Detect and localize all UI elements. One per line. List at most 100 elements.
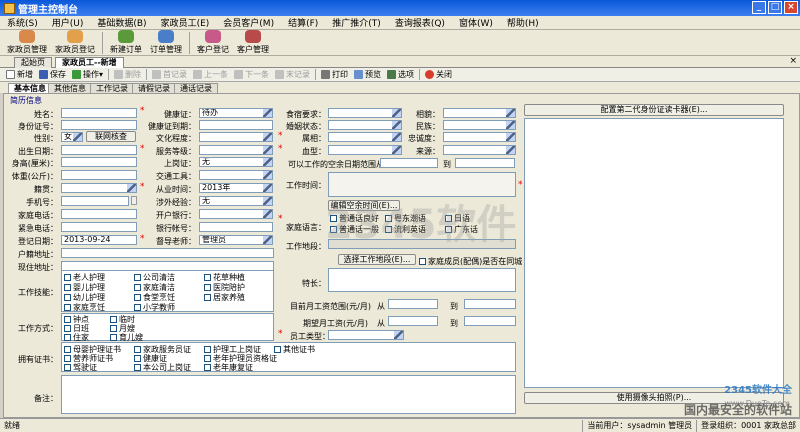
weight-input[interactable] <box>61 170 137 180</box>
remark-textarea[interactable] <box>61 375 516 414</box>
expected-from-input[interactable] <box>388 316 438 326</box>
staff-type-select[interactable] <box>328 330 404 340</box>
phone-input[interactable] <box>61 196 129 206</box>
tab-basic-info[interactable]: 基本信息 <box>8 83 52 93</box>
print-button[interactable]: 打印 <box>318 69 351 80</box>
marital-select[interactable] <box>328 120 402 130</box>
foreign-select[interactable]: 无 <box>199 196 273 206</box>
menu-help[interactable]: 帮助(H) <box>500 16 546 29</box>
tab-work-log[interactable]: 工作记录 <box>90 83 134 93</box>
phone-extra-button[interactable] <box>131 196 137 205</box>
skill-teacher[interactable]: 小学教师 <box>134 302 175 313</box>
work-since-select[interactable]: 2013年 <box>199 183 273 193</box>
education-select[interactable] <box>199 132 273 142</box>
zodiac-select[interactable] <box>328 132 402 142</box>
homephone-input[interactable] <box>61 209 137 219</box>
expected-to-input[interactable] <box>464 316 516 326</box>
staff-manage-button[interactable]: 家政员管理 <box>3 30 51 55</box>
agent-select[interactable]: 管理员 <box>199 235 273 245</box>
hukou-input[interactable] <box>61 248 274 258</box>
blood-select[interactable] <box>328 145 402 155</box>
appearance-select[interactable] <box>443 108 516 118</box>
service-level-select[interactable] <box>199 145 273 155</box>
cert-rehab[interactable]: 老年康复证 <box>204 362 253 373</box>
phone-label: 手机号： <box>26 198 58 207</box>
skill-home-cook[interactable]: 家庭烹饪 <box>64 302 105 313</box>
close-form-button[interactable]: 关闭 <box>422 69 455 80</box>
preview-button[interactable]: 预览 <box>351 69 384 80</box>
menu-window[interactable]: 窗体(W) <box>452 16 500 29</box>
staff-register-button[interactable]: 家政员登记 <box>51 30 99 55</box>
menu-user[interactable]: 用户(U) <box>45 16 91 29</box>
loyalty-select[interactable] <box>443 132 516 142</box>
tab-home[interactable]: 起始页 <box>14 57 52 68</box>
menu-report[interactable]: 查询报表(Q) <box>388 16 452 29</box>
salary-to-label: 到 <box>450 302 458 311</box>
cert-driver[interactable]: 驾驶证 <box>64 362 97 373</box>
transport-select[interactable] <box>199 170 273 180</box>
cert-company[interactable]: 本公司上岗证 <box>134 362 191 373</box>
options-button[interactable]: 选项 <box>384 69 417 80</box>
select-area-button[interactable]: 选择工作地段(E)... <box>338 254 416 265</box>
onpost-select[interactable]: 无 <box>199 157 273 167</box>
tab-staff-new[interactable]: 家政员工--新增 <box>55 57 124 68</box>
close-tab-icon[interactable]: × <box>789 56 797 66</box>
title-bar: 管理主控制台 _ □ × <box>0 0 800 16</box>
bank-select[interactable] <box>199 209 273 219</box>
menu-promote[interactable]: 推广推介(T) <box>325 16 388 29</box>
tab-call-log[interactable]: 通话记录 <box>174 83 218 93</box>
verify-button[interactable]: 联网核查 <box>86 131 136 142</box>
health-expire-input[interactable] <box>199 120 273 130</box>
menu-system[interactable]: 系统(S) <box>0 16 45 29</box>
diet-select[interactable] <box>328 108 402 118</box>
name-input[interactable] <box>61 108 137 118</box>
gender-select[interactable]: 女 <box>61 132 83 142</box>
source-select[interactable] <box>443 145 516 155</box>
skills-label: 工作技能： <box>18 288 58 297</box>
bank-account-input[interactable] <box>199 222 273 232</box>
available-from-input[interactable] <box>380 158 438 168</box>
action-button[interactable]: 操作 ▾ <box>69 69 106 80</box>
prev-record-button[interactable]: 上一条 <box>190 69 231 80</box>
salary-to-input[interactable] <box>464 299 516 309</box>
emergency-input[interactable] <box>61 222 137 232</box>
tab-other-info[interactable]: 其他信息 <box>48 83 92 93</box>
menu-member[interactable]: 会员客户(M) <box>216 16 281 29</box>
menu-settle[interactable]: 结算(F) <box>281 16 325 29</box>
new-order-button[interactable]: 新建订单 <box>106 30 146 55</box>
customer-manage-button[interactable]: 客户管理 <box>233 30 273 55</box>
specialty-box[interactable] <box>328 268 516 292</box>
available-label: 可以工作的空余日期范围从 <box>288 160 384 169</box>
ethnic-select[interactable] <box>443 120 516 130</box>
last-record-button[interactable]: 末记录 <box>272 69 313 80</box>
regdate-input[interactable]: 2013-09-24 <box>61 235 137 245</box>
health-select[interactable]: 待办 <box>199 108 273 118</box>
order-manage-button[interactable]: 订单管理 <box>146 30 186 55</box>
customer-register-button[interactable]: 客户登记 <box>193 30 233 55</box>
idcard-input[interactable] <box>61 120 137 130</box>
available-to-input[interactable] <box>455 158 515 168</box>
delete-button[interactable]: 删除 <box>111 69 144 80</box>
same-city-checkbox[interactable]: 家庭成员(配偶)是否在同城 <box>419 256 522 267</box>
staff-add-icon <box>67 30 83 43</box>
first-record-button[interactable]: 首记录 <box>149 69 190 80</box>
salary-from-input[interactable] <box>388 299 438 309</box>
next-record-button[interactable]: 下一条 <box>231 69 272 80</box>
cert-other[interactable]: 其他证书 <box>274 344 315 355</box>
minimize-button[interactable]: _ <box>752 1 766 14</box>
tab-leave-log[interactable]: 请假记录 <box>132 83 176 93</box>
maximize-button[interactable]: □ <box>768 1 782 14</box>
save-button[interactable]: 保存 <box>36 69 69 80</box>
height-input[interactable] <box>61 157 137 167</box>
read-card-button[interactable]: 配置第二代身份证读卡器(E)... <box>524 104 784 116</box>
close-window-button[interactable]: × <box>784 1 798 14</box>
skill-farming[interactable]: 居家养殖 <box>204 292 245 303</box>
print-icon <box>321 70 331 79</box>
birth-input[interactable] <box>61 145 137 155</box>
native-select[interactable] <box>61 183 137 193</box>
menu-staff[interactable]: 家政员工(E) <box>154 16 217 29</box>
menu-base-data[interactable]: 基础数据(B) <box>90 16 153 29</box>
zodiac-label: 属相： <box>302 134 326 143</box>
photo-area <box>524 118 784 388</box>
new-button[interactable]: 新增 <box>3 69 36 80</box>
